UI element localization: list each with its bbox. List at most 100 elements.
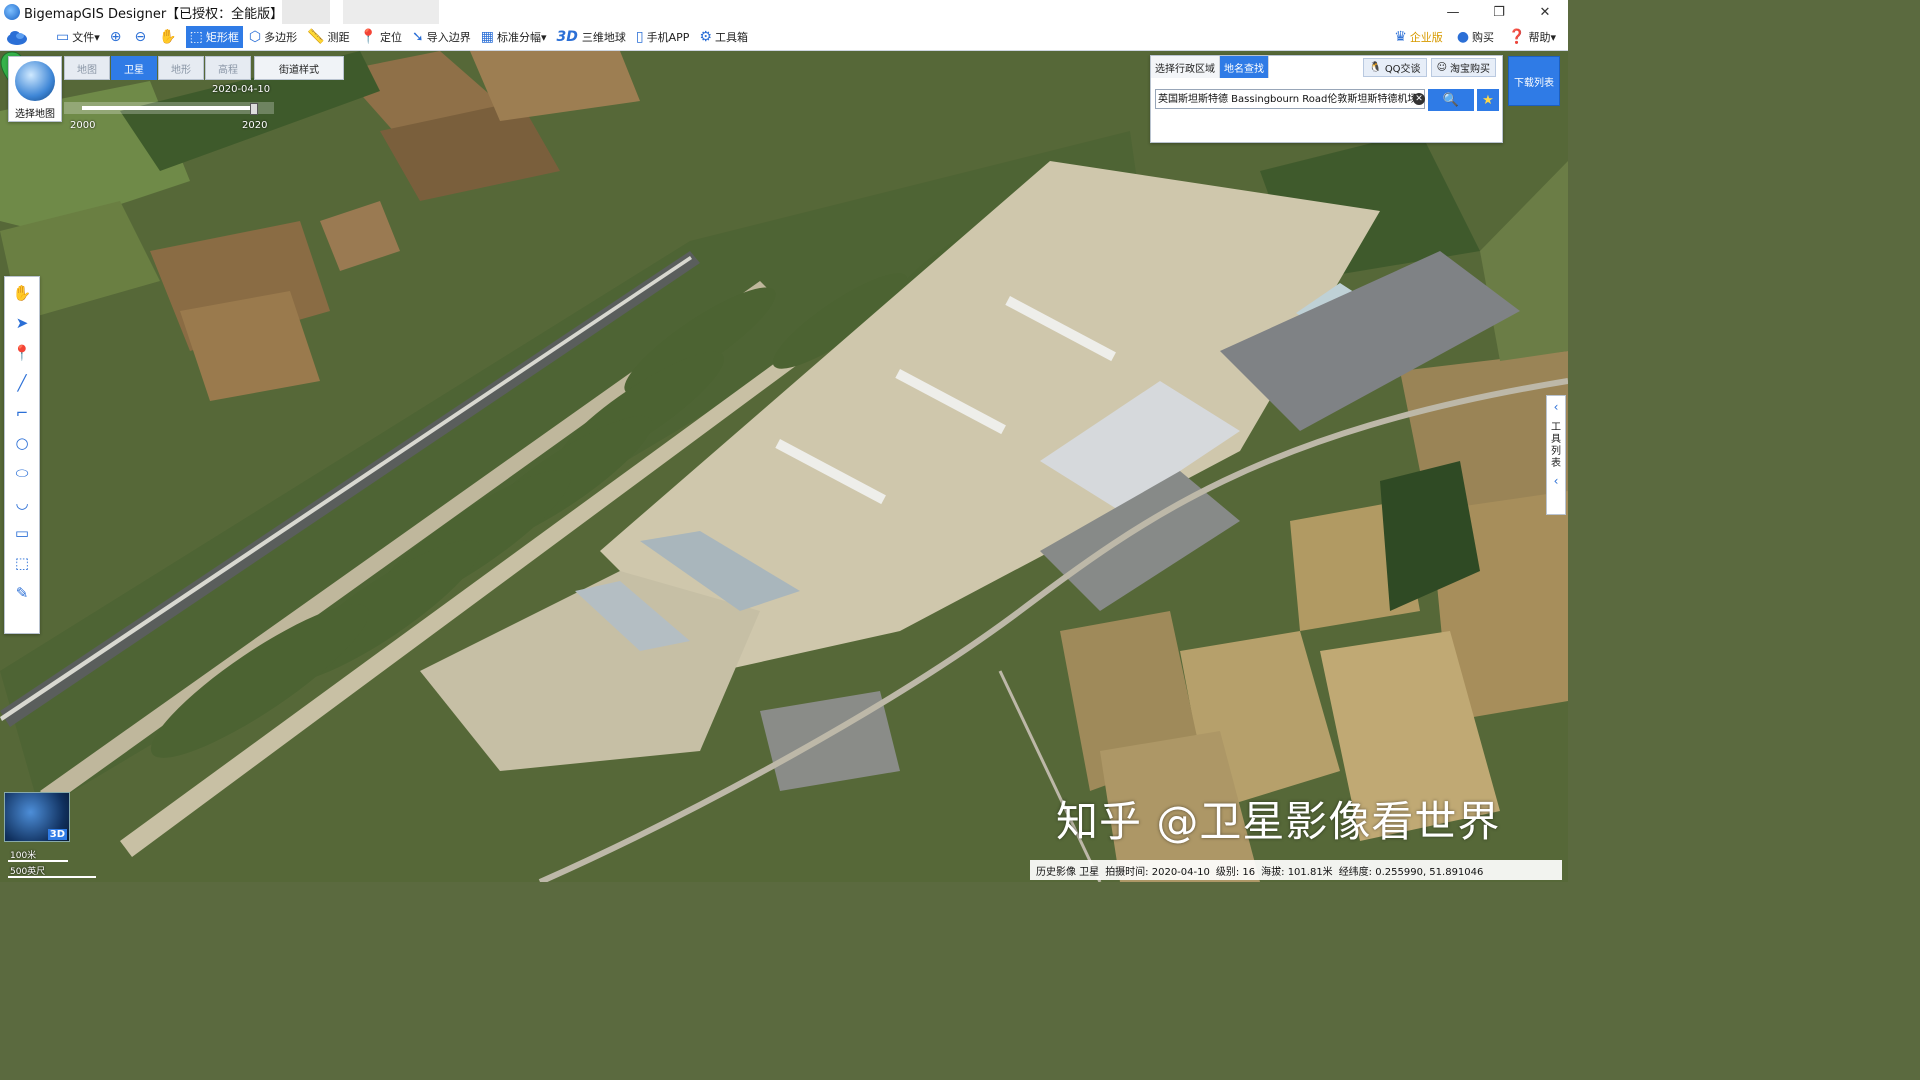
locate-button[interactable]: 📍 定位 bbox=[356, 26, 406, 48]
home-cloud-button[interactable] bbox=[0, 24, 34, 50]
main-toolbar: ▭ 文件 ▾ ⊕ ⊖ ✋ ⬚ 矩形框 ⬡ 多边形 📏 测距 📍 定位 ➘ 导入边界 ▦ 标准分… bbox=[0, 24, 1568, 51]
tab-elevation[interactable]: 高程 bbox=[205, 56, 251, 80]
search-tabs: 选择行政区域 地名查找 bbox=[1151, 56, 1269, 78]
street-style-button[interactable]: 街道样式 bbox=[254, 56, 344, 80]
phone-icon: ▯ bbox=[635, 29, 644, 45]
globe-3d-button[interactable]: 3D 三维地球 bbox=[553, 26, 630, 48]
rectangle-select-icon: ⬚ bbox=[189, 29, 203, 45]
clear-icon[interactable]: ✕ bbox=[1413, 93, 1425, 105]
import-boundary-button[interactable]: ➘ 导入边界 bbox=[408, 26, 475, 48]
redacted-area bbox=[282, 0, 330, 24]
tab-satellite[interactable]: 卫星 bbox=[111, 56, 157, 80]
mobile-app-button[interactable]: ▯ 手机APP bbox=[632, 26, 694, 48]
enterprise-button[interactable]: ♛ 企业版 bbox=[1390, 26, 1447, 48]
qq-chat-button[interactable]: 🐧 QQ交谈 bbox=[1363, 58, 1427, 77]
favorite-button[interactable]: ★ bbox=[1477, 89, 1499, 111]
file-menu[interactable]: ▭ 文件 ▾ bbox=[52, 26, 104, 48]
slider-max-label: 2020 bbox=[242, 120, 268, 131]
zoom-in-button[interactable]: ⊕ bbox=[106, 26, 129, 48]
chevron-down-icon: ▾ bbox=[540, 30, 547, 44]
close-button[interactable]: ✕ bbox=[1522, 0, 1568, 24]
minimize-button[interactable]: — bbox=[1430, 0, 1476, 24]
place-search-input[interactable]: 英国斯坦斯特德 Bassingbourn Road伦敦斯坦斯特德机场 bbox=[1155, 89, 1425, 109]
app-logo-icon bbox=[4, 4, 20, 20]
measure-tool-icon[interactable]: ⬚ bbox=[9, 549, 35, 577]
map-select-button[interactable]: 选择地图 bbox=[8, 56, 62, 122]
status-altitude: 海拔: 101.81米 bbox=[1261, 866, 1333, 878]
buy-button[interactable]: ● 购买 bbox=[1453, 26, 1498, 48]
help-icon: ❓ bbox=[1508, 29, 1526, 45]
qq-chat-label: QQ交谈 bbox=[1384, 64, 1421, 75]
line-tool-icon[interactable]: ╱ bbox=[9, 369, 35, 397]
globe-3d-label: 三维地球 bbox=[581, 31, 626, 44]
polygon-icon: ⬡ bbox=[248, 29, 262, 45]
chevron-left-icon: ‹ bbox=[1553, 400, 1559, 414]
watermark: 知乎 @卫星影像看世界 bbox=[1056, 797, 1501, 846]
taobao-icon: ☺ bbox=[1436, 62, 1447, 73]
toolbox-button[interactable]: ⚙ 工具箱 bbox=[695, 26, 752, 48]
pan-tool-icon[interactable]: ✋ bbox=[9, 279, 35, 307]
tab-select-region[interactable]: 选择行政区域 bbox=[1151, 56, 1220, 78]
pan-button[interactable]: ✋ bbox=[155, 26, 183, 48]
zoom-out-button[interactable]: ⊖ bbox=[131, 26, 154, 48]
circle-tool-icon[interactable]: ○ bbox=[9, 429, 35, 457]
search-button[interactable]: 🔍 bbox=[1428, 89, 1474, 111]
overview-minimap[interactable]: 3D bbox=[4, 792, 70, 842]
cursor-import-icon: ➘ bbox=[412, 29, 424, 45]
freehand-tool-icon[interactable]: ⬭ bbox=[9, 459, 35, 487]
qq-icon: 🐧 bbox=[1369, 62, 1382, 73]
chevron-left-icon: ‹ bbox=[1553, 474, 1559, 488]
hand-icon: ✋ bbox=[159, 29, 177, 45]
chevron-down-icon: ▾ bbox=[94, 30, 100, 44]
polyline-tool-icon[interactable]: ⌐ bbox=[9, 399, 35, 427]
search-icon: 🔍 bbox=[1442, 92, 1460, 108]
toolbox-label: 工具箱 bbox=[714, 31, 748, 44]
restore-button[interactable]: ❐ bbox=[1476, 0, 1522, 24]
toolbar-right: ♛ 企业版 ● 购买 ❓ 帮助 ▾ bbox=[1386, 24, 1562, 50]
3d-toggle[interactable]: 3D bbox=[47, 829, 67, 840]
zoom-out-icon: ⊖ bbox=[134, 29, 147, 45]
buy-label: 购买 bbox=[1472, 31, 1495, 44]
tab-map[interactable]: 地图 bbox=[64, 56, 110, 80]
history-time-slider[interactable]: 2020-04-10 2000 2020 bbox=[64, 84, 274, 132]
measure-button[interactable]: 📏 测距 bbox=[303, 26, 353, 48]
tool-list-label: 工具列表 bbox=[1551, 422, 1561, 469]
tab-terrain[interactable]: 地形 bbox=[158, 56, 204, 80]
status-lonlat: 经纬度: 0.255990, 51.891046 bbox=[1338, 866, 1484, 878]
polygon-button[interactable]: ⬡ 多边形 bbox=[245, 26, 301, 48]
3d-icon: 3D bbox=[556, 29, 578, 45]
redacted-area bbox=[343, 0, 439, 24]
rect-select-button[interactable]: ⬚ 矩形框 bbox=[185, 26, 243, 48]
marker-tool-icon[interactable]: 📍 bbox=[9, 339, 35, 367]
window-title: BigemapGIS Designer【已授权：全能版】 bbox=[24, 6, 284, 22]
ruler-icon: 📏 bbox=[307, 29, 325, 45]
tool-list-tab[interactable]: ‹ 工具列表 ‹ bbox=[1546, 395, 1566, 515]
draw-toolbar: ✋ ➤ 📍 ╱ ⌐ ○ ⬭ ◡ ▭ ⬚ ✎ bbox=[4, 276, 40, 634]
scale-line-metric bbox=[8, 860, 68, 862]
satellite-map[interactable] bbox=[0, 51, 1568, 882]
tab-place-search[interactable]: 地名查找 bbox=[1220, 56, 1269, 78]
map-type-tabs: 地图 卫星 地形 高程 bbox=[64, 56, 252, 80]
buy-icon: ● bbox=[1456, 29, 1470, 45]
slider-handle[interactable] bbox=[250, 103, 258, 115]
file-menu-label: 文件 bbox=[72, 31, 95, 44]
cloud-icon bbox=[7, 31, 27, 45]
edit-tool-icon[interactable]: ✎ bbox=[9, 579, 35, 607]
rectangle-tool-icon[interactable]: ▭ bbox=[9, 519, 35, 547]
crown-icon: ♛ bbox=[1394, 29, 1407, 45]
polygon-label: 多边形 bbox=[264, 31, 298, 44]
grid-icon: ▦ bbox=[480, 29, 494, 45]
globe-icon bbox=[15, 61, 55, 101]
mobile-app-label: 手机APP bbox=[646, 31, 690, 44]
pointer-tool-icon[interactable]: ➤ bbox=[9, 309, 35, 337]
taobao-buy-button[interactable]: ☺ 淘宝购买 bbox=[1430, 58, 1496, 77]
locate-label: 定位 bbox=[380, 31, 403, 44]
download-list-button[interactable]: 下载列表 bbox=[1508, 56, 1560, 106]
curve-tool-icon[interactable]: ◡ bbox=[9, 489, 35, 517]
taobao-buy-label: 淘宝购买 bbox=[1450, 64, 1490, 75]
status-history: 历史影像 卫星 bbox=[1036, 866, 1100, 878]
slider-min-label: 2000 bbox=[70, 120, 96, 131]
help-button[interactable]: ❓ 帮助 ▾ bbox=[1504, 26, 1560, 48]
chevron-down-icon: ▾ bbox=[1550, 30, 1556, 44]
standard-sheet-button[interactable]: ▦ 标准分幅 ▾ bbox=[477, 26, 551, 48]
